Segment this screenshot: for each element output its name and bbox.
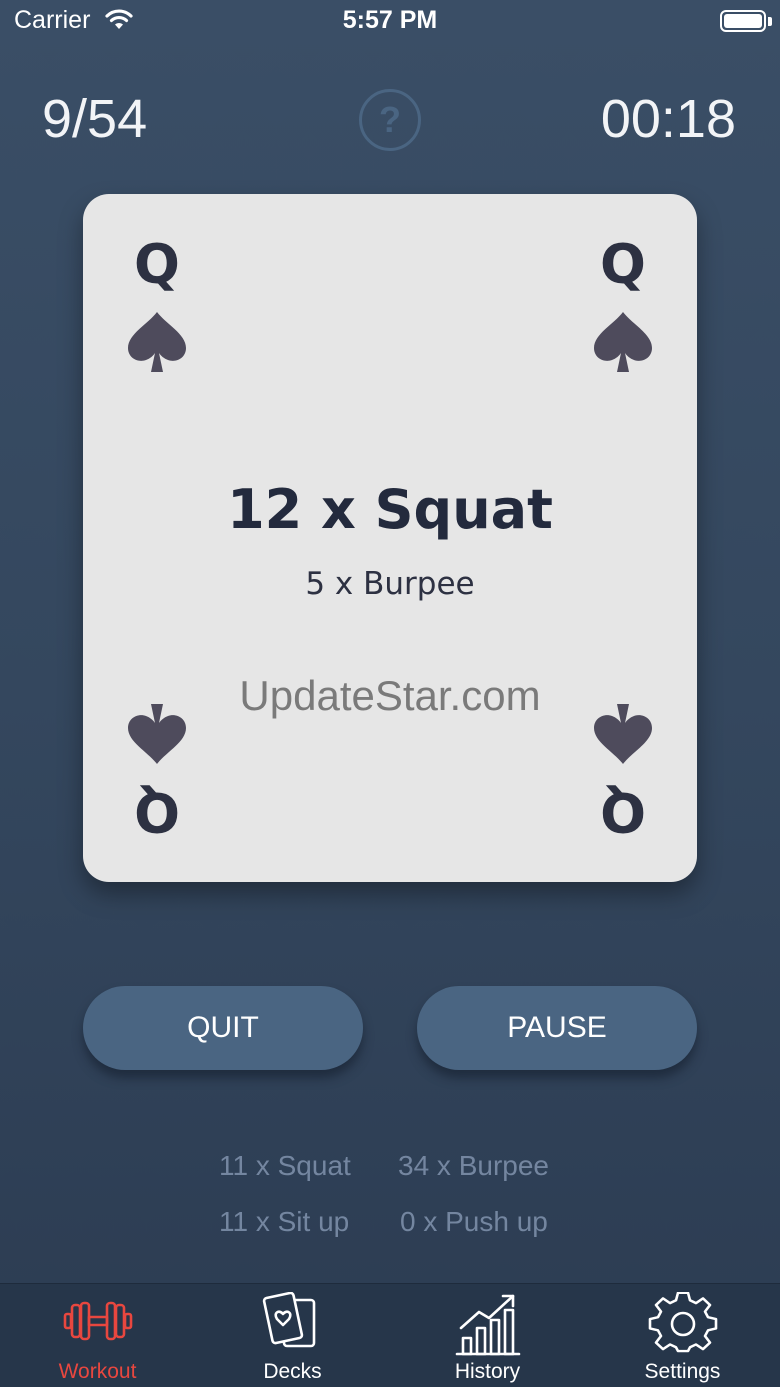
watermark: UpdateStar.com: [239, 672, 541, 719]
card-rank: Q: [134, 233, 180, 296]
card-rank: Q: [600, 233, 646, 296]
card-corner-top-right: Q: [591, 238, 655, 374]
card-rank: Q: [134, 780, 180, 843]
quit-button[interactable]: QUIT: [83, 986, 363, 1070]
dumbbell-icon: [63, 1301, 132, 1341]
main-exercise: 12 x Squat: [227, 478, 553, 541]
gear-icon: [648, 1292, 717, 1353]
tab-label: Workout: [58, 1360, 137, 1383]
tab-label: Decks: [263, 1360, 322, 1383]
card-corner-bottom-left: Q: [125, 702, 189, 843]
pause-button[interactable]: PAUSE: [417, 986, 697, 1070]
card-progress: 9/54: [42, 89, 148, 149]
tab-history[interactable]: History: [390, 1284, 585, 1387]
status-bar: Carrier 5:57 PM: [0, 0, 780, 44]
cards-icon: [262, 1292, 315, 1348]
tab-label: History: [454, 1360, 521, 1383]
help-button[interactable]: ?: [359, 89, 421, 151]
tab-bar: Workout Decks History Settings: [0, 1283, 780, 1387]
spade-icon: [125, 310, 189, 374]
secondary-exercise: 5 x Burpee: [305, 566, 475, 602]
battery-tip: [768, 17, 772, 26]
stat-squat: 11 x Squat: [219, 1150, 351, 1181]
workout-timer: 00:18: [600, 89, 736, 149]
card-rank: Q: [600, 780, 646, 843]
card-corner-top-left: Q: [125, 238, 189, 374]
chart-icon: [455, 1294, 520, 1356]
battery-icon: [720, 10, 766, 32]
tab-settings[interactable]: Settings: [585, 1284, 780, 1387]
status-clock: 5:57 PM: [342, 6, 438, 34]
spade-icon: [591, 310, 655, 374]
stat-push-up: 0 x Push up: [400, 1206, 548, 1237]
stat-sit-up: 11 x Sit up: [219, 1206, 350, 1237]
tab-decks[interactable]: Decks: [195, 1284, 390, 1387]
tab-workout[interactable]: Workout: [0, 1284, 195, 1387]
card-corner-bottom-right: Q: [591, 702, 655, 843]
stat-burpee: 34 x Burpee: [398, 1150, 549, 1181]
exercise-card: Q Q Q Q 12 x Squat 5 x Burpee UpdateStar…: [83, 194, 697, 882]
tab-label: Settings: [644, 1360, 721, 1383]
